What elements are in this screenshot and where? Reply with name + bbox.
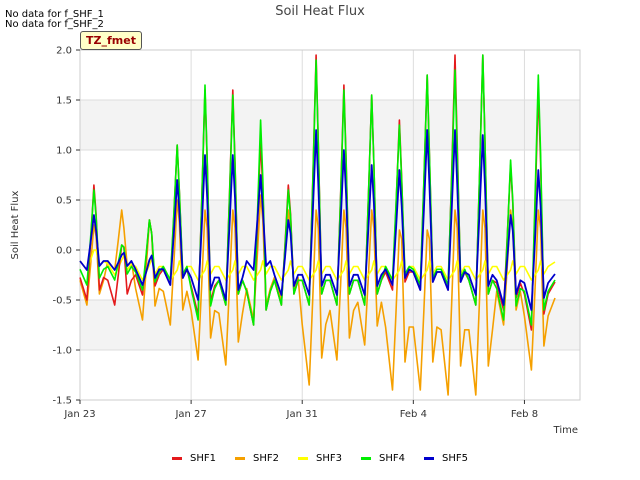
- legend-label: SHF1: [190, 453, 216, 464]
- y-tick-label: -1.5: [52, 396, 72, 407]
- y-band: [80, 100, 580, 150]
- y-band: [80, 150, 580, 200]
- x-axis-label: Time: [553, 425, 578, 436]
- legend: SHF1 SHF2 SHF3 SHF4 SHF5: [0, 453, 640, 469]
- y-tick-label: 1.0: [56, 146, 72, 157]
- legend-label: SHF5: [442, 453, 468, 464]
- y-band: [80, 350, 580, 400]
- legend-item-shf1: SHF1: [172, 453, 216, 464]
- legend-label: SHF3: [316, 453, 342, 464]
- legend-item-shf3: SHF3: [298, 453, 342, 464]
- legend-item-shf2: SHF2: [235, 453, 279, 464]
- y-band: [80, 200, 580, 250]
- x-tick-label: Jan 31: [286, 409, 318, 420]
- x-tick-label: Jan 27: [174, 409, 206, 420]
- legend-swatch: [424, 457, 434, 460]
- x-tick-label: Jan 23: [63, 409, 95, 420]
- legend-swatch: [235, 457, 245, 460]
- x-tick-label: Feb 4: [400, 409, 427, 420]
- y-tick-label: 1.5: [56, 96, 72, 107]
- y-tick-label: -0.5: [52, 296, 72, 307]
- y-tick-label: -1.0: [52, 346, 72, 357]
- y-tick-label: 2.0: [56, 46, 72, 57]
- legend-label: SHF4: [379, 453, 405, 464]
- x-tick-label: Feb 8: [511, 409, 538, 420]
- timezone-badge: TZ_fmet: [80, 31, 142, 50]
- legend-label: SHF2: [253, 453, 279, 464]
- legend-item-shf5: SHF5: [424, 453, 468, 464]
- y-band: [80, 50, 580, 100]
- y-tick-label: 0.5: [56, 196, 72, 207]
- legend-swatch: [172, 457, 182, 460]
- soil-heat-flux-chart: -1.5 -1.0 -0.5 0.0 0.5 1.0 1.5 2.0 Jan 23 Jan 27…: [10, 46, 581, 436]
- y-axis-label: Soil Heat Flux: [10, 190, 21, 259]
- legend-swatch: [298, 457, 308, 460]
- legend-item-shf4: SHF4: [361, 453, 405, 464]
- y-tick-label: 0.0: [56, 246, 72, 257]
- legend-swatch: [361, 457, 371, 460]
